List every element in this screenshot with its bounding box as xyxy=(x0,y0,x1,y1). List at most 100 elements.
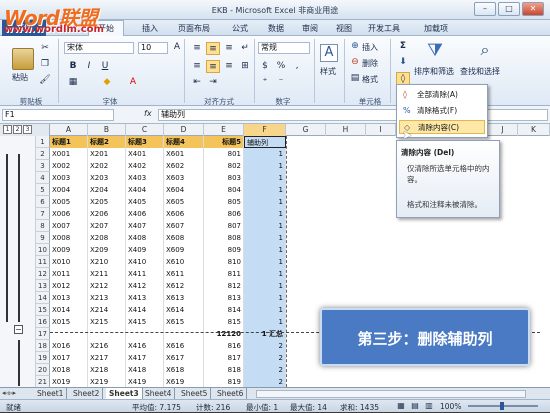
find-select-button[interactable]: 查找和选择 xyxy=(460,66,500,77)
row-header[interactable]: 10 xyxy=(36,244,50,256)
tab-developer[interactable]: 开发工具 xyxy=(368,23,400,34)
table-cell[interactable]: 1 xyxy=(244,304,286,316)
table-cell[interactable]: X201 xyxy=(88,148,126,160)
row-header[interactable]: 6 xyxy=(36,196,50,208)
table-cell[interactable]: X204 xyxy=(88,184,126,196)
normal-view-icon[interactable]: ▦ xyxy=(394,400,408,412)
align-right-icon[interactable]: ≡ xyxy=(222,60,236,73)
table-cell[interactable]: 1 xyxy=(244,184,286,196)
table-cell[interactable]: X609 xyxy=(164,244,204,256)
table-cell[interactable]: X007 xyxy=(50,220,88,232)
menu-item-clear-all[interactable]: ◊ 全部清除(A) xyxy=(399,88,485,102)
table-cell[interactable]: 817 xyxy=(204,352,244,364)
table-cell[interactable]: X006 xyxy=(50,208,88,220)
table-cell[interactable] xyxy=(88,328,126,340)
table-cell[interactable]: 816 xyxy=(204,340,244,352)
table-cell[interactable]: 814 xyxy=(204,304,244,316)
row-header[interactable]: 18 xyxy=(36,340,50,352)
table-cell[interactable]: X611 xyxy=(164,268,204,280)
tab-view[interactable]: 视图 xyxy=(336,23,352,34)
table-cell[interactable]: X217 xyxy=(88,352,126,364)
table-cell[interactable]: 1 xyxy=(244,172,286,184)
table-cell[interactable]: X011 xyxy=(50,268,88,280)
table-cell[interactable]: X016 xyxy=(50,340,88,352)
minimize-button[interactable]: – xyxy=(474,2,496,16)
tab-formulas[interactable]: 公式 xyxy=(232,23,248,34)
table-cell[interactable]: X411 xyxy=(126,268,164,280)
table-cell[interactable]: X417 xyxy=(126,352,164,364)
sheet-tab-4[interactable]: Sheet4 xyxy=(142,388,176,399)
table-cell[interactable]: 815 xyxy=(204,316,244,328)
table-cell[interactable]: 1 xyxy=(244,280,286,292)
table-cell[interactable]: X605 xyxy=(164,196,204,208)
fill-icon[interactable]: ⬇ xyxy=(396,56,410,69)
italic-icon[interactable]: I xyxy=(82,60,96,73)
table-cell[interactable]: 1 xyxy=(244,160,286,172)
table-cell[interactable]: X004 xyxy=(50,184,88,196)
horizontal-scrollbar[interactable] xyxy=(256,390,526,398)
align-left-icon[interactable]: ≡ xyxy=(190,60,204,73)
row-header[interactable]: 11 xyxy=(36,256,50,268)
table-cell[interactable]: 811 xyxy=(204,268,244,280)
column-title-cell[interactable]: 辅助列 xyxy=(244,136,286,148)
table-cell[interactable]: X415 xyxy=(126,316,164,328)
styles-icon[interactable]: A xyxy=(320,44,338,62)
align-center-icon[interactable]: ≡ xyxy=(206,60,220,73)
table-cell[interactable]: X013 xyxy=(50,292,88,304)
column-header-B[interactable]: B xyxy=(88,124,126,136)
table-cell[interactable]: X206 xyxy=(88,208,126,220)
copy-icon[interactable]: ❐ xyxy=(38,58,52,71)
table-cell[interactable]: X008 xyxy=(50,232,88,244)
paste-icon[interactable] xyxy=(12,48,34,70)
row-header[interactable]: 17 xyxy=(36,328,50,340)
row-header[interactable]: 8 xyxy=(36,220,50,232)
table-cell[interactable]: X608 xyxy=(164,232,204,244)
table-cell[interactable]: X214 xyxy=(88,304,126,316)
delete-cells-icon[interactable]: ⊖ xyxy=(348,56,362,69)
sheet-tab-1[interactable]: Sheet1 xyxy=(34,388,68,399)
table-cell[interactable]: 818 xyxy=(204,364,244,376)
table-cell[interactable]: X405 xyxy=(126,196,164,208)
column-header-E[interactable]: E xyxy=(204,124,244,136)
column-header-F[interactable]: F xyxy=(244,124,286,136)
table-cell[interactable] xyxy=(126,328,164,340)
table-cell[interactable]: X208 xyxy=(88,232,126,244)
table-cell[interactable]: 2 xyxy=(244,340,286,352)
sheet-tab-2[interactable]: Sheet2 xyxy=(70,388,104,399)
column-title-cell[interactable]: 标题2 xyxy=(88,136,126,148)
table-cell[interactable]: 1 汇总 xyxy=(244,328,286,340)
sheet-tab-5[interactable]: Sheet5 xyxy=(178,388,212,399)
column-title-cell[interactable]: 标题3 xyxy=(126,136,164,148)
table-cell[interactable]: X601 xyxy=(164,148,204,160)
paste-button[interactable]: 粘贴 xyxy=(12,72,28,83)
table-cell[interactable]: X003 xyxy=(50,172,88,184)
table-cell[interactable]: X205 xyxy=(88,196,126,208)
table-cell[interactable]: 806 xyxy=(204,208,244,220)
table-cell[interactable]: 1 xyxy=(244,232,286,244)
row-header[interactable]: 12 xyxy=(36,268,50,280)
insert-cells-icon[interactable]: ⊕ xyxy=(348,40,362,53)
row-header[interactable]: 4 xyxy=(36,172,50,184)
table-cell[interactable]: X616 xyxy=(164,340,204,352)
decrease-indent-icon[interactable]: ⇤ xyxy=(190,76,204,89)
table-cell[interactable]: X202 xyxy=(88,160,126,172)
table-cell[interactable]: 1 xyxy=(244,208,286,220)
align-middle-icon[interactable]: ≡ xyxy=(206,42,220,55)
fx-icon[interactable]: fx xyxy=(144,109,152,118)
table-cell[interactable]: X602 xyxy=(164,160,204,172)
wrap-text-icon[interactable]: ↵ xyxy=(238,42,252,55)
close-button[interactable]: ✕ xyxy=(522,2,544,16)
format-cells-icon[interactable]: ▤ xyxy=(348,72,362,85)
column-header-J[interactable]: J xyxy=(488,124,518,136)
table-cell[interactable]: X002 xyxy=(50,160,88,172)
table-cell[interactable]: 1 xyxy=(244,268,286,280)
zoom-level[interactable]: 100% xyxy=(440,402,461,411)
row-header[interactable]: 9 xyxy=(36,232,50,244)
row-header[interactable]: 5 xyxy=(36,184,50,196)
table-cell[interactable]: X207 xyxy=(88,220,126,232)
table-cell[interactable]: X216 xyxy=(88,340,126,352)
align-bottom-icon[interactable]: ≡ xyxy=(222,42,236,55)
table-cell[interactable]: 813 xyxy=(204,292,244,304)
table-cell[interactable]: X408 xyxy=(126,232,164,244)
table-cell[interactable]: X406 xyxy=(126,208,164,220)
